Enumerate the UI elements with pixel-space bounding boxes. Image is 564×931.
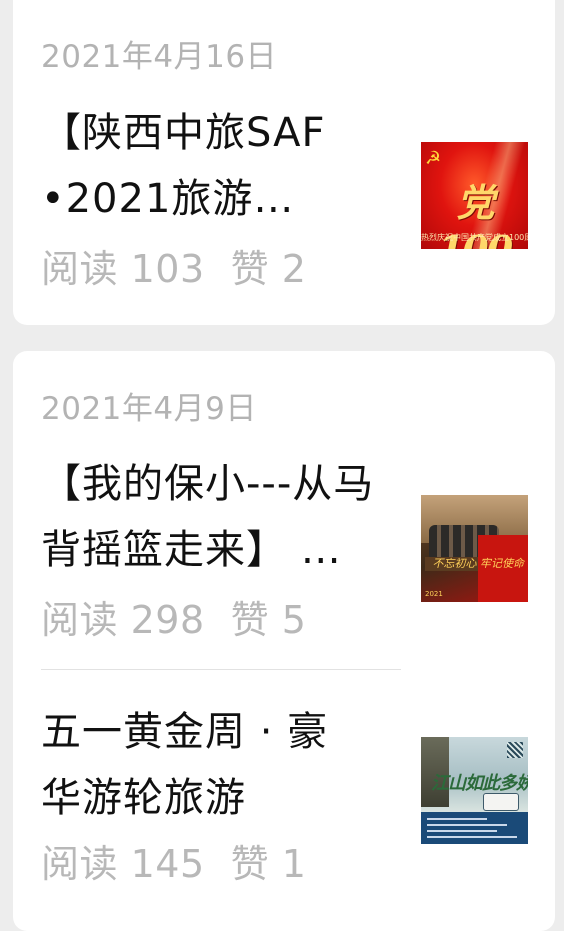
read-label: 阅读 [41, 247, 119, 291]
read-label: 阅读 [41, 598, 119, 642]
thumbnail-headline: 江山如此多娇 [431, 773, 528, 794]
read-count: 298 [130, 598, 205, 642]
article-title-line: 【我的保小---从马 [41, 461, 375, 507]
article-title-line: 五一黄金周 · 豪 [41, 709, 329, 755]
thumbnail-subtext: 热烈庆祝中国共产党成立100周 [421, 233, 528, 242]
like-label: 赞 [230, 842, 270, 886]
read-count: 103 [130, 247, 205, 291]
divider [41, 669, 401, 670]
article-thumbnail[interactable]: 江山如此多娇 [421, 737, 528, 844]
like-count: 2 [281, 247, 307, 291]
article-thumbnail[interactable]: 不忘初心 牢记使命 2021 [421, 495, 528, 602]
article-title[interactable]: 【我的保小---从马 背摇篮走来】 … [41, 451, 401, 583]
article-title-line: 华游轮旅游 [41, 775, 246, 821]
article-title-line: •2021旅游… [41, 176, 295, 222]
article-title[interactable]: 五一黄金周 · 豪 华游轮旅游 [41, 699, 401, 831]
article-title-line: 【陕西中旅SAF [41, 110, 326, 156]
article-title[interactable]: 【陕西中旅SAF •2021旅游… [41, 100, 401, 232]
qr-code-icon [507, 742, 523, 758]
article-group-card: 2021年4月9日 【我的保小---从马 背摇篮走来】 … 阅读 298 赞 5 … [13, 351, 555, 931]
article-item[interactable]: 五一黄金周 · 豪 华游轮旅游 阅读 145 赞 1 江山如此多娇 [13, 699, 555, 889]
read-count: 145 [130, 842, 205, 886]
article-stats: 阅读 145 赞 1 [41, 833, 306, 888]
thumbnail-headline: 不忘初心 牢记使命 [432, 557, 525, 570]
group-date: 2021年4月9日 [41, 391, 257, 427]
like-label: 赞 [230, 247, 270, 291]
thumbnail-subtext: 2021 [425, 590, 443, 598]
like-count: 5 [281, 598, 307, 642]
article-group-card: 2021年4月16日 【陕西中旅SAF •2021旅游… 阅读 103 赞 2 ☭… [13, 0, 555, 325]
article-thumbnail[interactable]: ☭ 党100周 热烈庆祝中国共产党成立100周 [421, 142, 528, 249]
article-stats: 阅读 298 赞 5 [41, 589, 306, 644]
bus-icon [483, 793, 519, 811]
article-item[interactable]: 【我的保小---从马 背摇篮走来】 … 阅读 298 赞 5 不忘初心 牢记使命 … [13, 451, 555, 644]
article-title-line: 背摇篮走来】 … [41, 527, 342, 573]
party-flag-icon: ☭ [425, 148, 442, 169]
read-label: 阅读 [41, 842, 119, 886]
like-label: 赞 [230, 598, 270, 642]
article-item[interactable]: 【陕西中旅SAF •2021旅游… 阅读 103 赞 2 ☭ 党100周 热烈庆祝… [13, 100, 555, 300]
article-stats: 阅读 103 赞 2 [41, 238, 306, 293]
thumbnail-info-panel [421, 812, 528, 844]
like-count: 1 [281, 842, 307, 886]
group-date: 2021年4月16日 [41, 39, 278, 75]
